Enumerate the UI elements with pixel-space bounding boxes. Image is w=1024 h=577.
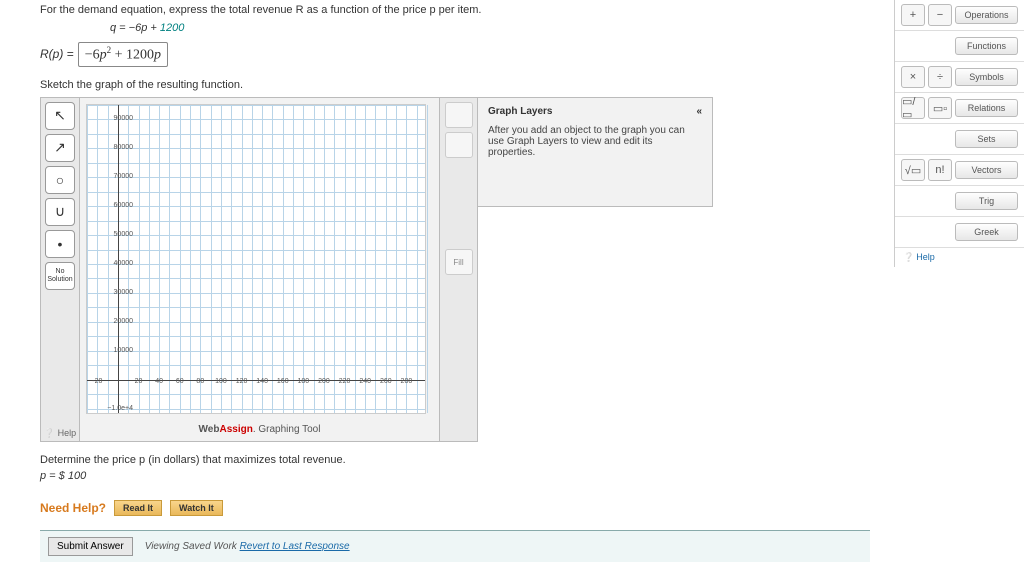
cat-greek[interactable]: Greek [955,223,1018,241]
kp-plus[interactable]: + [901,4,925,26]
price-answer-input[interactable]: 100 [68,470,86,482]
circle-tool[interactable]: ○ [45,166,75,194]
cat-functions[interactable]: Functions [955,37,1018,55]
graph-toolbar: ↖ ↗ ○ ∪ • NoSolution ❔ Help [40,97,80,442]
kp-frac[interactable]: ▭/▭ [901,97,925,119]
chart-canvas-wrap: 1000020000300004000050000600007000080000… [80,97,440,442]
graph-help-button[interactable]: ❔ Help [42,426,78,441]
rp-label: R(p) = [40,47,74,61]
point-tool[interactable]: • [45,230,75,258]
kp-minus[interactable]: − [928,4,952,26]
cat-operations[interactable]: Operations [955,6,1018,24]
pointer-tool[interactable]: ↖ [45,102,75,130]
graph-layers-panel: Graph Layers « After you add an object t… [478,97,713,207]
sketch-label: Sketch the graph of the resulting functi… [40,79,870,91]
cat-vectors[interactable]: Vectors [955,161,1018,179]
chart-footer: WebAssign. Graphing Tool [80,420,439,441]
graph-layers-title: Graph Layers [488,106,552,117]
no-solution-tool[interactable]: NoSolution [45,262,75,290]
kp-exp[interactable]: ▭▫ [928,97,952,119]
saved-work-text: Viewing Saved Work Revert to Last Respon… [145,541,350,552]
kp-fact[interactable]: n! [928,159,952,181]
parabola-tool[interactable]: ∪ [45,198,75,226]
kp-div[interactable]: ÷ [928,66,952,88]
graph-action-2[interactable] [445,132,473,158]
watch-it-button[interactable]: Watch It [170,500,223,516]
need-help-label: Need Help? [40,501,106,515]
determine-prompt: Determine the price p (in dollars) that … [40,454,870,466]
kp-times[interactable]: × [901,66,925,88]
graphing-tool: ↖ ↗ ○ ∪ • NoSolution ❔ Help 100002000030… [40,97,870,442]
chart-canvas[interactable]: 1000020000300004000050000600007000080000… [86,104,426,414]
math-palette: + − Operations Functions × ÷ Symbols ▭/▭… [894,0,1024,267]
graph-action-1[interactable] [445,102,473,128]
graph-layers-desc: After you add an object to the graph you… [488,125,702,158]
graph-right-tools: Fill [440,97,478,442]
bottom-bar: Submit Answer Viewing Saved Work Revert … [40,530,870,562]
palette-help[interactable]: Help [895,248,1024,267]
submit-answer-button[interactable]: Submit Answer [48,537,133,556]
cat-symbols[interactable]: Symbols [955,68,1018,86]
price-answer-line: p = $ 100 [40,470,870,482]
read-it-button[interactable]: Read It [114,500,162,516]
line-tool[interactable]: ↗ [45,134,75,162]
cat-relations[interactable]: Relations [955,99,1018,117]
revert-link[interactable]: Revert to Last Response [240,541,350,552]
kp-sqrt[interactable]: √▭ [901,159,925,181]
cat-sets[interactable]: Sets [955,130,1018,148]
fill-tool[interactable]: Fill [445,249,473,275]
cat-trig[interactable]: Trig [955,192,1018,210]
collapse-icon[interactable]: « [696,106,702,117]
demand-equation: q = −6p + 1200 [110,22,870,34]
rp-answer-input[interactable]: −6p2 + 1200p [78,42,168,67]
prompt-text: For the demand equation, express the tot… [40,4,870,16]
